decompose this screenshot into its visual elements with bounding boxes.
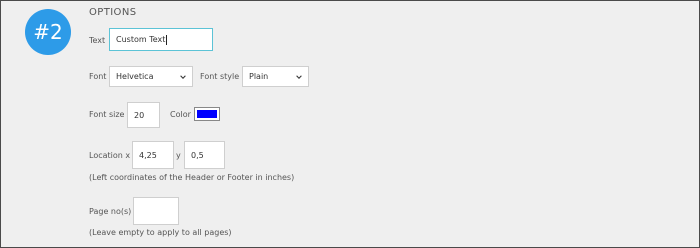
location-hint: (Left coordinates of the Header or Foote…	[89, 173, 295, 182]
location-y-label: y	[176, 151, 181, 160]
font-style-label: Font style	[200, 72, 240, 81]
options-panel: #2 OPTIONS Text Custom Text Font Helveti…	[0, 0, 700, 248]
page-numbers-hint: (Leave empty to apply to all pages)	[89, 228, 232, 237]
font-style-select-value: Plain	[249, 72, 269, 81]
font-label: Font	[89, 72, 107, 81]
font-select[interactable]: Helvetica	[109, 66, 193, 87]
font-size-value: 20	[134, 110, 145, 120]
location-x-value: 4,25	[139, 150, 157, 160]
font-size-label: Font size	[89, 110, 125, 119]
location-x-label: Location x	[89, 151, 131, 160]
location-x-input[interactable]: 4,25	[132, 141, 174, 169]
chevron-down-icon	[296, 74, 302, 79]
page-numbers-label: Page no(s)	[89, 207, 132, 216]
text-input-value: Custom Text	[116, 35, 166, 44]
color-swatch-fill	[197, 110, 217, 118]
text-cursor	[166, 34, 168, 45]
page-numbers-input[interactable]	[133, 197, 179, 225]
font-style-select[interactable]: Plain	[242, 66, 309, 87]
section-title: OPTIONS	[89, 7, 137, 18]
chevron-down-icon	[180, 74, 186, 79]
location-y-input[interactable]: 0,5	[184, 141, 225, 169]
color-picker[interactable]	[194, 107, 220, 121]
font-select-value: Helvetica	[116, 72, 154, 81]
step-number-badge: #2	[25, 9, 71, 55]
font-size-input[interactable]: 20	[127, 102, 160, 128]
text-input[interactable]: Custom Text	[109, 28, 213, 51]
location-y-value: 0,5	[191, 150, 204, 160]
text-label: Text	[89, 36, 106, 45]
color-label: Color	[170, 110, 191, 119]
